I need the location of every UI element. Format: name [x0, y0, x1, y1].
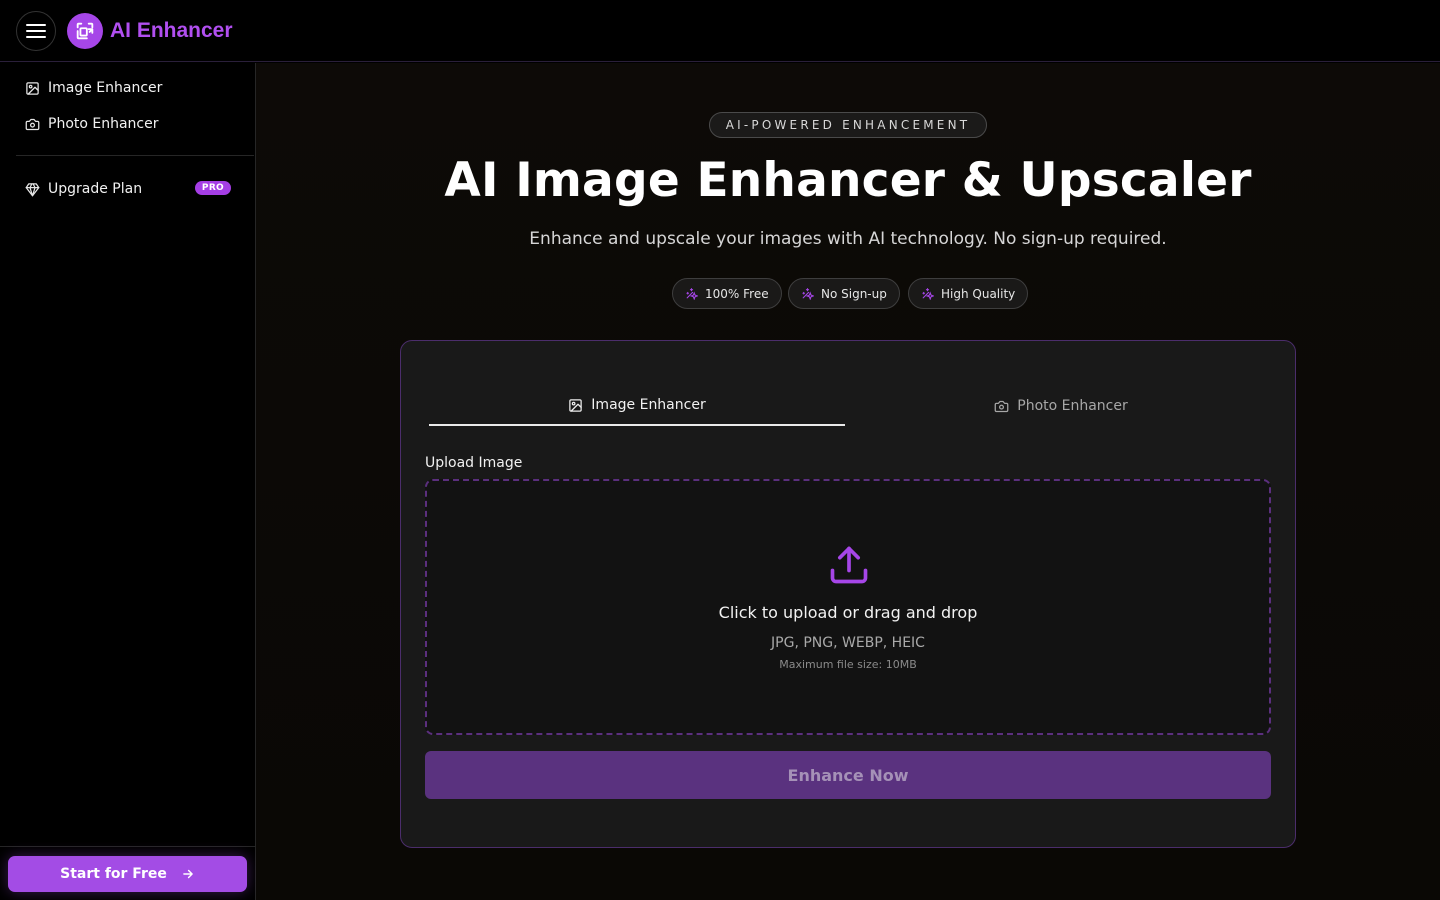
upload-icon	[830, 546, 868, 584]
sparkles-icon	[921, 287, 934, 300]
sparkles-icon	[685, 287, 698, 300]
brand-name[interactable]: AI Enhancer	[110, 19, 233, 43]
dropzone-instruction: Click to upload or drag and drop	[718, 603, 978, 622]
enhancer-card: Image Enhancer Photo Enhancer Upload Ima…	[400, 340, 1296, 848]
tab-image-enhancer[interactable]: Image Enhancer	[429, 386, 845, 426]
page-subtitle: Enhance and upscale your images with AI …	[529, 229, 1167, 249]
top-bar: AI Enhancer	[0, 0, 1440, 62]
sidebar-divider	[16, 155, 254, 156]
sidebar-item-image-enhancer[interactable]: Image Enhancer	[16, 73, 240, 103]
main-content: AI-POWERED ENHANCEMENT AI Image Enhancer…	[256, 63, 1440, 900]
menu-button[interactable]	[16, 10, 56, 51]
feature-badge-no-signup: No Sign-up	[788, 278, 900, 309]
sidebar-item-label: Photo Enhancer	[48, 116, 159, 132]
image-icon	[568, 398, 583, 413]
enhance-logo-icon	[76, 22, 94, 39]
pro-badge: PRO	[194, 181, 231, 195]
diamond-icon	[24, 181, 40, 197]
start-for-free-button[interactable]: Start for Free	[8, 856, 247, 892]
sidebar-item-upgrade-plan[interactable]: Upgrade Plan PRO	[16, 174, 240, 204]
hamburger-menu-icon	[26, 23, 46, 38]
sparkles-icon	[801, 287, 814, 300]
sidebar: Image Enhancer Photo Enhancer Upgrade Pl…	[0, 63, 256, 900]
camera-icon	[994, 399, 1009, 414]
dropzone-file-types: JPG, PNG, WEBP, HEIC	[771, 635, 925, 651]
tab-photo-enhancer[interactable]: Photo Enhancer	[853, 386, 1269, 426]
sidebar-item-label: Upgrade Plan	[48, 181, 143, 197]
image-icon	[24, 80, 40, 96]
upload-dropzone[interactable]: Click to upload or drag and drop JPG, PN…	[425, 479, 1271, 735]
sidebar-item-photo-enhancer[interactable]: Photo Enhancer	[16, 109, 240, 139]
upload-label: Upload Image	[425, 455, 523, 471]
feature-badge-free: 100% Free	[672, 278, 782, 309]
sidebar-item-label: Image Enhancer	[48, 80, 163, 96]
sidebar-footer-divider	[0, 846, 255, 847]
page-title: AI Image Enhancer & Upscaler	[444, 153, 1252, 208]
feature-badge-high-quality: High Quality	[908, 278, 1029, 309]
enhance-now-button[interactable]: Enhance Now	[425, 751, 1271, 799]
dropzone-max-size: Maximum file size: 10MB	[779, 658, 917, 671]
start-for-free-label: Start for Free	[60, 866, 167, 882]
arrow-right-icon	[181, 867, 195, 881]
hero-pill: AI-POWERED ENHANCEMENT	[709, 112, 987, 138]
tab-label: Photo Enhancer	[1017, 398, 1128, 414]
tab-label: Image Enhancer	[591, 397, 706, 413]
logo[interactable]	[67, 12, 103, 49]
camera-icon	[24, 116, 40, 132]
